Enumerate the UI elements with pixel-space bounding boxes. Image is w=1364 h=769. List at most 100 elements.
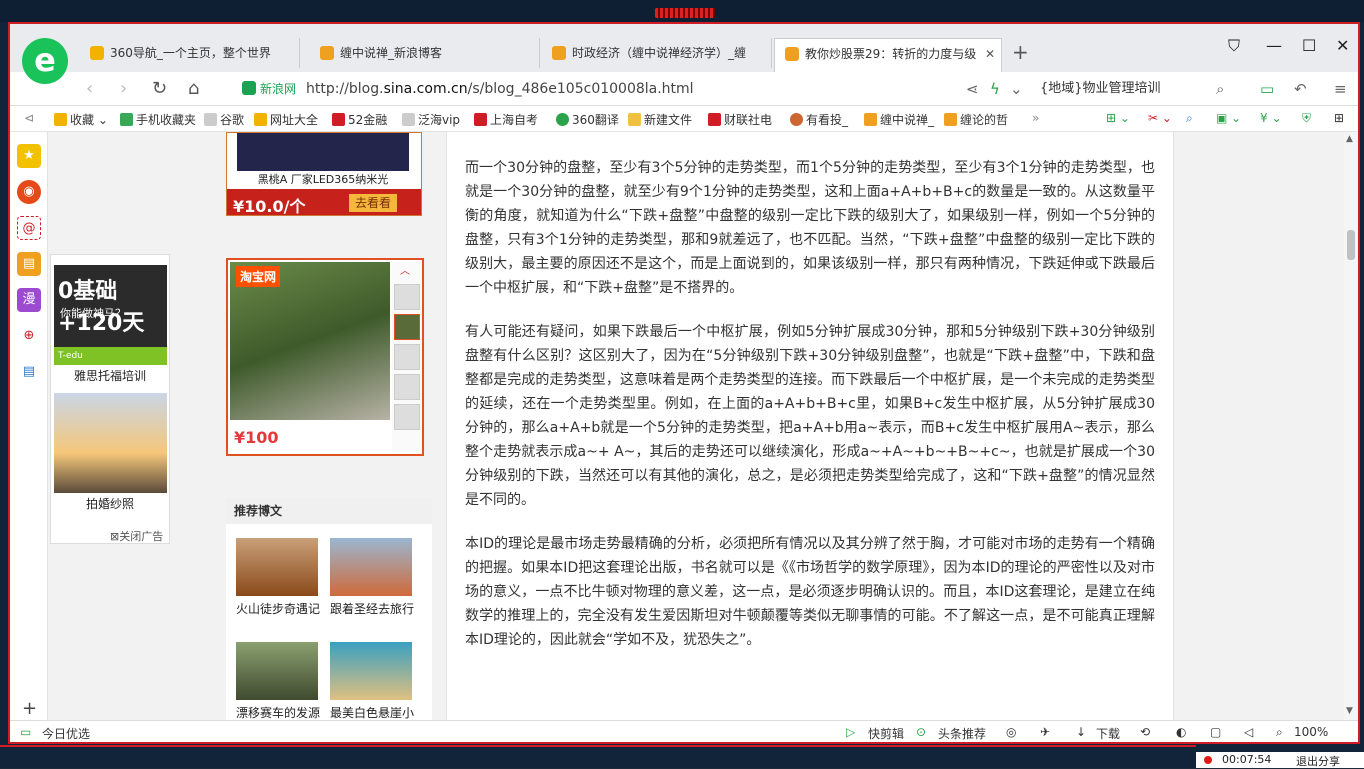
ad-image-wedding[interactable] — [54, 393, 167, 493]
more-bookmarks-icon[interactable]: » — [1032, 111, 1039, 125]
bookmark-item[interactable]: 新建文件 — [628, 111, 692, 128]
minimize-icon[interactable]: — — [1266, 36, 1282, 55]
zoom-icon[interactable]: ⌕ — [1276, 725, 1283, 740]
bookmark-item[interactable]: 网址大全 — [254, 111, 318, 128]
history-icon[interactable]: ⟲ — [1140, 725, 1150, 739]
recommended-post[interactable]: 跟着圣经去旅行 — [330, 538, 416, 617]
tab-sina-blog[interactable]: 缠中说禅_新浪博客 — [310, 38, 540, 68]
url-field[interactable]: 新浪网 http://blog.sina.com.cn/s/blog_486e10… — [242, 78, 694, 100]
grid-menu-icon[interactable]: ⊞ — [1334, 111, 1344, 125]
maximize-icon[interactable]: ☐ — [1302, 36, 1316, 55]
notebook-icon[interactable]: ▤ — [17, 252, 41, 276]
thumbnail[interactable] — [394, 404, 420, 430]
tab-economy[interactable]: 时政经济（缠中说禅经济学）_缠 — [542, 38, 772, 68]
taobao-ad[interactable]: 淘宝网 ︿ ¥100 — [226, 258, 424, 456]
thumbnail[interactable] — [394, 374, 420, 400]
recommended-post[interactable]: 火山徒步奇遇记 — [236, 538, 322, 617]
mail-icon[interactable]: @ — [17, 216, 41, 240]
bookmark-item[interactable]: 有看投_ — [790, 111, 848, 128]
recording-bar: 00:07:54 退出分享 — [1196, 752, 1364, 768]
document-icon[interactable]: ▤ — [17, 360, 41, 384]
menu-icon[interactable]: ≡ — [1334, 80, 1347, 98]
status-bar: ▭ 今日优选 ▷ 快剪辑 ⊙ 头条推荐 ◎ ✈ ↓ 下载 ⟲ ◐ ▢ ◁ ⌕ 1… — [10, 720, 1358, 742]
go-see-button[interactable]: 去看看 — [349, 194, 398, 212]
thumbnail[interactable] — [394, 344, 420, 370]
search-input[interactable]: {地域}物业管理培训 — [1040, 77, 1230, 101]
ad-caption[interactable]: 雅思托福培训 — [51, 367, 169, 384]
ad-thumbnails: ︿ — [392, 262, 422, 452]
headline-recommend[interactable]: 头条推荐 — [938, 725, 986, 742]
bookmark-item[interactable]: 谷歌 — [204, 111, 244, 128]
browser-logo[interactable]: e — [22, 38, 68, 84]
game-icon[interactable]: ▣ ⌄ — [1216, 111, 1241, 125]
home-icon[interactable]: ⌂ — [188, 78, 199, 99]
finance-icon — [332, 113, 345, 126]
bookmark-item[interactable]: 52金融 — [332, 111, 387, 128]
left-ad-panel[interactable]: 0基础+120天 你能做神马？ T-edu 雅思托福培训 拍婚纱照 — [50, 254, 170, 544]
bookmark-item[interactable]: 手机收藏夹 — [120, 111, 196, 128]
bookmark-item[interactable]: 上海自考 — [474, 111, 538, 128]
ad-image-study[interactable]: 0基础+120天 你能做神马？ T-edu — [54, 265, 167, 365]
gamepad-icon[interactable]: ⊕ — [17, 324, 41, 348]
tab-active-article[interactable]: 教你炒股票29：转折的力度与级 ✕ — [774, 38, 1002, 72]
screenshot-icon[interactable]: ▢ — [1210, 725, 1221, 739]
quick-clip[interactable]: 快剪辑 — [868, 725, 904, 742]
news-feed-icon[interactable]: ▭ — [20, 725, 31, 739]
volume-icon[interactable]: ◁ — [1244, 725, 1253, 739]
scissors-icon[interactable]: ✂ ⌄ — [1148, 111, 1172, 125]
earth-icon[interactable]: ◐ — [1176, 725, 1186, 739]
money-icon[interactable]: ¥ ⌄ — [1260, 111, 1282, 125]
forward-icon[interactable]: › — [120, 78, 127, 99]
close-ad-button[interactable]: ⊠关闭广告 — [110, 528, 163, 544]
today-picks[interactable]: 今日优选 — [42, 725, 90, 742]
thumbnail[interactable] — [394, 314, 420, 340]
undo-icon[interactable]: ↶ — [1294, 80, 1307, 98]
battery-icon[interactable]: ▭ — [1260, 80, 1274, 98]
share-icon[interactable]: ⋖ — [966, 80, 979, 98]
exit-share-button[interactable]: 退出分享 — [1296, 753, 1340, 769]
recommended-post[interactable]: 最美白色悬崖小 — [330, 642, 416, 720]
ad-price: ¥10.0/个 — [233, 197, 306, 216]
bookmark-item[interactable]: 财联社电 — [708, 111, 772, 128]
download-icon[interactable]: ↓ — [1076, 725, 1086, 739]
speed-icon[interactable]: ◎ — [1006, 725, 1016, 739]
search-icon[interactable]: ⌕ — [1216, 80, 1224, 98]
scroll-up-icon[interactable]: ▲ — [1346, 134, 1353, 144]
back-icon[interactable]: ‹ — [86, 78, 93, 99]
close-window-icon[interactable]: ✕ — [1336, 36, 1349, 55]
recommended-post[interactable]: 漂移赛车的发源 — [236, 642, 322, 720]
ad-caption[interactable]: 拍婚纱照 — [51, 495, 169, 512]
product-ad[interactable]: 黑桃A 厂家LED365纳米光 ¥10.0/个 去看看 — [226, 132, 422, 216]
close-tab-icon[interactable]: ✕ — [985, 39, 995, 69]
comic-icon[interactable]: 漫 — [17, 288, 41, 312]
new-tab-button[interactable]: + — [1012, 40, 1029, 64]
shirt-icon[interactable]: ⛉ — [1228, 36, 1240, 56]
add-tool-icon[interactable]: + — [22, 698, 37, 719]
lightning-icon[interactable]: ϟ — [990, 80, 1000, 98]
extension-icon[interactable]: ⊞ ⌄ — [1106, 111, 1130, 125]
collapse-icon[interactable]: ⊲ — [24, 111, 34, 125]
bookmark-item[interactable]: 收藏 ⌄ — [54, 111, 108, 128]
refresh-icon[interactable]: ↻ — [152, 78, 167, 99]
chevron-down-icon[interactable]: ⌄ — [1010, 80, 1023, 98]
clip-icon[interactable]: ▷ — [846, 725, 855, 739]
play-icon[interactable]: ⊙ — [916, 725, 926, 739]
bookmark-item[interactable]: 缠中说禅_ — [864, 111, 934, 128]
bookmark-item[interactable]: 缠论的哲 — [944, 111, 1008, 128]
search-tool-icon[interactable]: ⌕ — [1186, 111, 1193, 126]
scroll-down-icon[interactable]: ▼ — [1346, 706, 1353, 716]
weibo-icon[interactable]: ◉ — [17, 180, 41, 204]
bookmark-item[interactable]: 泛海vip — [402, 111, 460, 128]
chevron-up-icon[interactable]: ︿ — [400, 262, 410, 277]
bookmark-item[interactable]: 360翻译 — [556, 111, 619, 128]
favorite-icon[interactable]: ★ — [17, 144, 41, 168]
download-label[interactable]: 下载 — [1096, 725, 1120, 742]
vertical-scrollbar[interactable]: ▲ ▼ — [1344, 132, 1358, 720]
thumbnail[interactable] — [394, 284, 420, 310]
scroll-thumb[interactable] — [1347, 230, 1355, 260]
zoom-level[interactable]: 100% — [1294, 725, 1328, 739]
shield-icon[interactable]: ⛨ — [1302, 111, 1311, 126]
exam-icon — [474, 113, 487, 126]
tab-360-nav[interactable]: 360导航_一个主页，整个世界 — [80, 38, 300, 68]
pin-icon[interactable]: ✈ — [1040, 725, 1050, 739]
